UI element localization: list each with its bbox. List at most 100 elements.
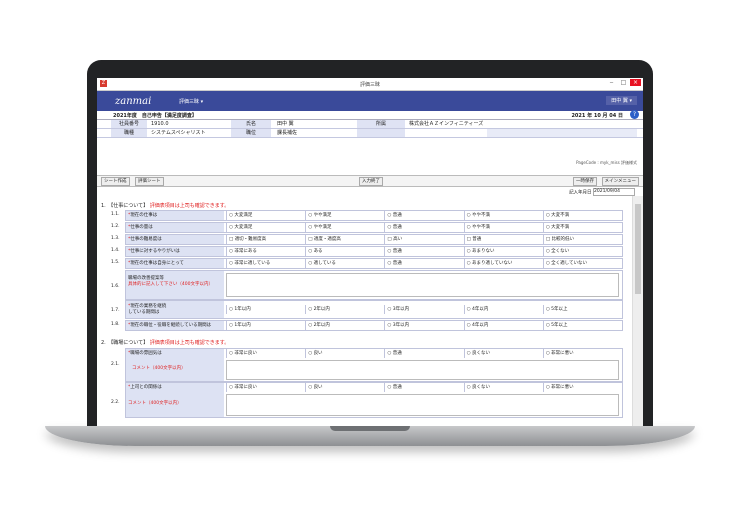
- radio-option[interactable]: ○ 普通: [384, 259, 463, 268]
- job-value: システムスペシャリスト: [151, 129, 231, 137]
- radio-option[interactable]: ○ 非常にある: [226, 247, 305, 256]
- maximize-button[interactable]: □: [618, 79, 629, 86]
- question-number: 1.3.: [111, 236, 120, 241]
- section-note: 評価表項目は上司も確認できます。: [149, 340, 230, 346]
- question-number: 1.6.: [111, 284, 120, 289]
- company-value: 株式会社ＡＺインフィニティーズ: [409, 120, 549, 128]
- radio-option[interactable]: ○ 全く適していない: [542, 259, 622, 268]
- radio-option[interactable]: ○ 非常に適している: [226, 259, 305, 268]
- question-number: 1.8.: [111, 322, 120, 327]
- radio-option[interactable]: ○ やや不満: [463, 211, 543, 220]
- radio-option[interactable]: ○ 大変満足: [226, 223, 305, 232]
- radio-option[interactable]: □ 普通: [463, 235, 543, 244]
- radio-option[interactable]: ○ 1年以内: [226, 305, 305, 314]
- radio-option[interactable]: ○ 5年以上: [542, 305, 622, 314]
- radio-option[interactable]: ○ 大変不満: [542, 211, 622, 220]
- radio-option[interactable]: ○ 2年以内: [305, 321, 384, 330]
- radio-option[interactable]: ○ 良くない: [463, 383, 543, 392]
- sheet-create-button[interactable]: シート作成: [101, 177, 130, 186]
- radio-option[interactable]: ○ 2年以内: [305, 305, 384, 314]
- radio-option[interactable]: ○ 非常に悪い: [542, 349, 622, 358]
- sheet-title: 2021年度 自己申告【満足度調査】: [113, 113, 197, 119]
- emp-no-label: 社員番号: [111, 120, 147, 128]
- radio-option[interactable]: ○ 3年以内: [384, 305, 463, 314]
- radio-option[interactable]: ○ 非常に悪い: [542, 383, 622, 392]
- scrollbar-thumb[interactable]: [635, 204, 641, 294]
- question-row: *職場の雰囲気は コメント（400文字以内） ○ 非常に良い ○ 良い ○ 普通 …: [125, 348, 623, 382]
- blank-cell: [487, 129, 637, 137]
- emp-no-value: 1910.0: [151, 120, 231, 128]
- radio-option[interactable]: ○ 全くない: [542, 247, 622, 256]
- radio-option[interactable]: □ 高い: [384, 235, 463, 244]
- question-number: 1.7.: [111, 308, 120, 313]
- question-row: *現在の仕事は ○ 大変満足 ○ やや満足 ○ 普通 ○ やや不満 ○ 大変不満: [125, 210, 623, 221]
- radio-option[interactable]: ○ 1年以内: [226, 321, 305, 330]
- scrollbar[interactable]: [632, 196, 643, 426]
- comment-textarea[interactable]: [226, 394, 619, 416]
- question-label: *現在の業務を継続 している期間は: [126, 301, 224, 318]
- minimize-button[interactable]: ‒: [606, 79, 617, 86]
- close-button[interactable]: ×: [630, 79, 641, 86]
- radio-option[interactable]: □ 比較的低い: [542, 235, 622, 244]
- name-label: 氏名: [231, 120, 271, 128]
- question-row: *仕事に対するやりがいは ○ 非常にある ○ ある ○ 普通 ○ あまりない ○…: [125, 246, 623, 257]
- radio-option[interactable]: ○ やや満足: [305, 211, 384, 220]
- question-label: *仕事の量は: [126, 223, 224, 232]
- question-row: *仕事の難易度は □ 適切・難易度高 □ 適度・適度高 □ 高い □ 普通 □ …: [125, 234, 623, 245]
- question-number: 2.1.: [111, 362, 120, 367]
- question-label: *現在の仕事は: [126, 211, 224, 220]
- radio-option[interactable]: ○ 大変不満: [542, 223, 622, 232]
- entry-date-input[interactable]: 2021/09/04: [593, 188, 635, 196]
- radio-option[interactable]: ○ 良くない: [463, 349, 543, 358]
- entry-date-label: 記入年月日: [569, 190, 592, 196]
- improvement-textarea[interactable]: [226, 273, 619, 297]
- entry-date: 記入年月日 2021/09/04: [569, 188, 635, 196]
- radio-option[interactable]: ○ 普通: [384, 211, 463, 220]
- radio-option[interactable]: ○ 普通: [384, 247, 463, 256]
- radio-option[interactable]: □ 適切・難易度高: [226, 235, 305, 244]
- question-row: *現在の仕事は自身にとって ○ 非常に適している ○ 適している ○ 普通 ○ …: [125, 258, 623, 269]
- question-label: *職場の雰囲気は コメント（400文字以内）: [126, 349, 224, 381]
- radio-option[interactable]: ○ 普通: [384, 223, 463, 232]
- radio-option[interactable]: □ 適度・適度高: [305, 235, 384, 244]
- radio-option[interactable]: ○ 良い: [305, 349, 384, 358]
- radio-option[interactable]: ○ 大変満足: [226, 211, 305, 220]
- radio-option[interactable]: ○ 普通: [384, 383, 463, 392]
- comment-textarea[interactable]: [226, 360, 619, 380]
- radio-option[interactable]: ○ あまりない: [463, 247, 543, 256]
- post-label: 職位: [231, 129, 271, 137]
- input-done-button[interactable]: 入力終了: [359, 177, 383, 186]
- radio-option[interactable]: ○ 5年以上: [542, 321, 622, 330]
- radio-option[interactable]: ○ 非常に良い: [226, 383, 305, 392]
- section-title: 2. 【職場について】 評価表項目は上司も確認できます。: [101, 339, 229, 346]
- question-label: 職場の改善提案等 具体的に記入して下さい（400文字以内）: [126, 271, 224, 299]
- window-titlebar: Z 評価三昧 ‒ □ ×: [97, 78, 643, 91]
- radio-option[interactable]: ○ 非常に良い: [226, 349, 305, 358]
- question-row: *仕事の量は ○ 大変満足 ○ やや満足 ○ 普通 ○ やや不満 ○ 大変不満: [125, 222, 623, 233]
- temp-save-button[interactable]: 一時保存: [573, 177, 597, 186]
- radio-option[interactable]: ○ あまり適していない: [463, 259, 543, 268]
- question-row: *上司との関係は コメント（400文字以内） ○ 非常に良い ○ 良い ○ 普通 …: [125, 382, 623, 418]
- help-icon[interactable]: ?: [630, 110, 639, 119]
- page-code: PageCode : myk_miss 評価様式: [576, 160, 637, 165]
- main-menu-button[interactable]: メインメニュー: [601, 177, 639, 186]
- question-row: *現在の職位・役職を継続している期間は ○ 1年以内 ○ 2年以内 ○ 3年以内…: [125, 320, 623, 331]
- radio-option[interactable]: ○ 4年以内: [463, 305, 543, 314]
- radio-option[interactable]: ○ やや満足: [305, 223, 384, 232]
- radio-option[interactable]: ○ 適している: [305, 259, 384, 268]
- company-label: 所属: [357, 120, 405, 128]
- radio-option[interactable]: ○ やや不満: [463, 223, 543, 232]
- app-header: zanmai 評価三昧 ▾ 田中 翼 ▾: [97, 91, 643, 111]
- radio-option[interactable]: ○ ある: [305, 247, 384, 256]
- user-menu[interactable]: 田中 翼 ▾: [606, 96, 637, 105]
- radio-option[interactable]: ○ 4年以内: [463, 321, 543, 330]
- app-menu[interactable]: 評価三昧 ▾: [179, 98, 203, 105]
- question-number: 1.4.: [111, 248, 120, 253]
- eval-sheet-button[interactable]: 評価シート: [135, 177, 164, 186]
- brand-logo: zanmai: [115, 96, 152, 107]
- section-title: 1. 【仕事について】 評価表項目は上司も確認できます。: [101, 202, 229, 209]
- radio-option[interactable]: ○ 普通: [384, 349, 463, 358]
- radio-option[interactable]: ○ 3年以内: [384, 321, 463, 330]
- question-row: 職場の改善提案等 具体的に記入して下さい（400文字以内）: [125, 270, 623, 300]
- radio-option[interactable]: ○ 良い: [305, 383, 384, 392]
